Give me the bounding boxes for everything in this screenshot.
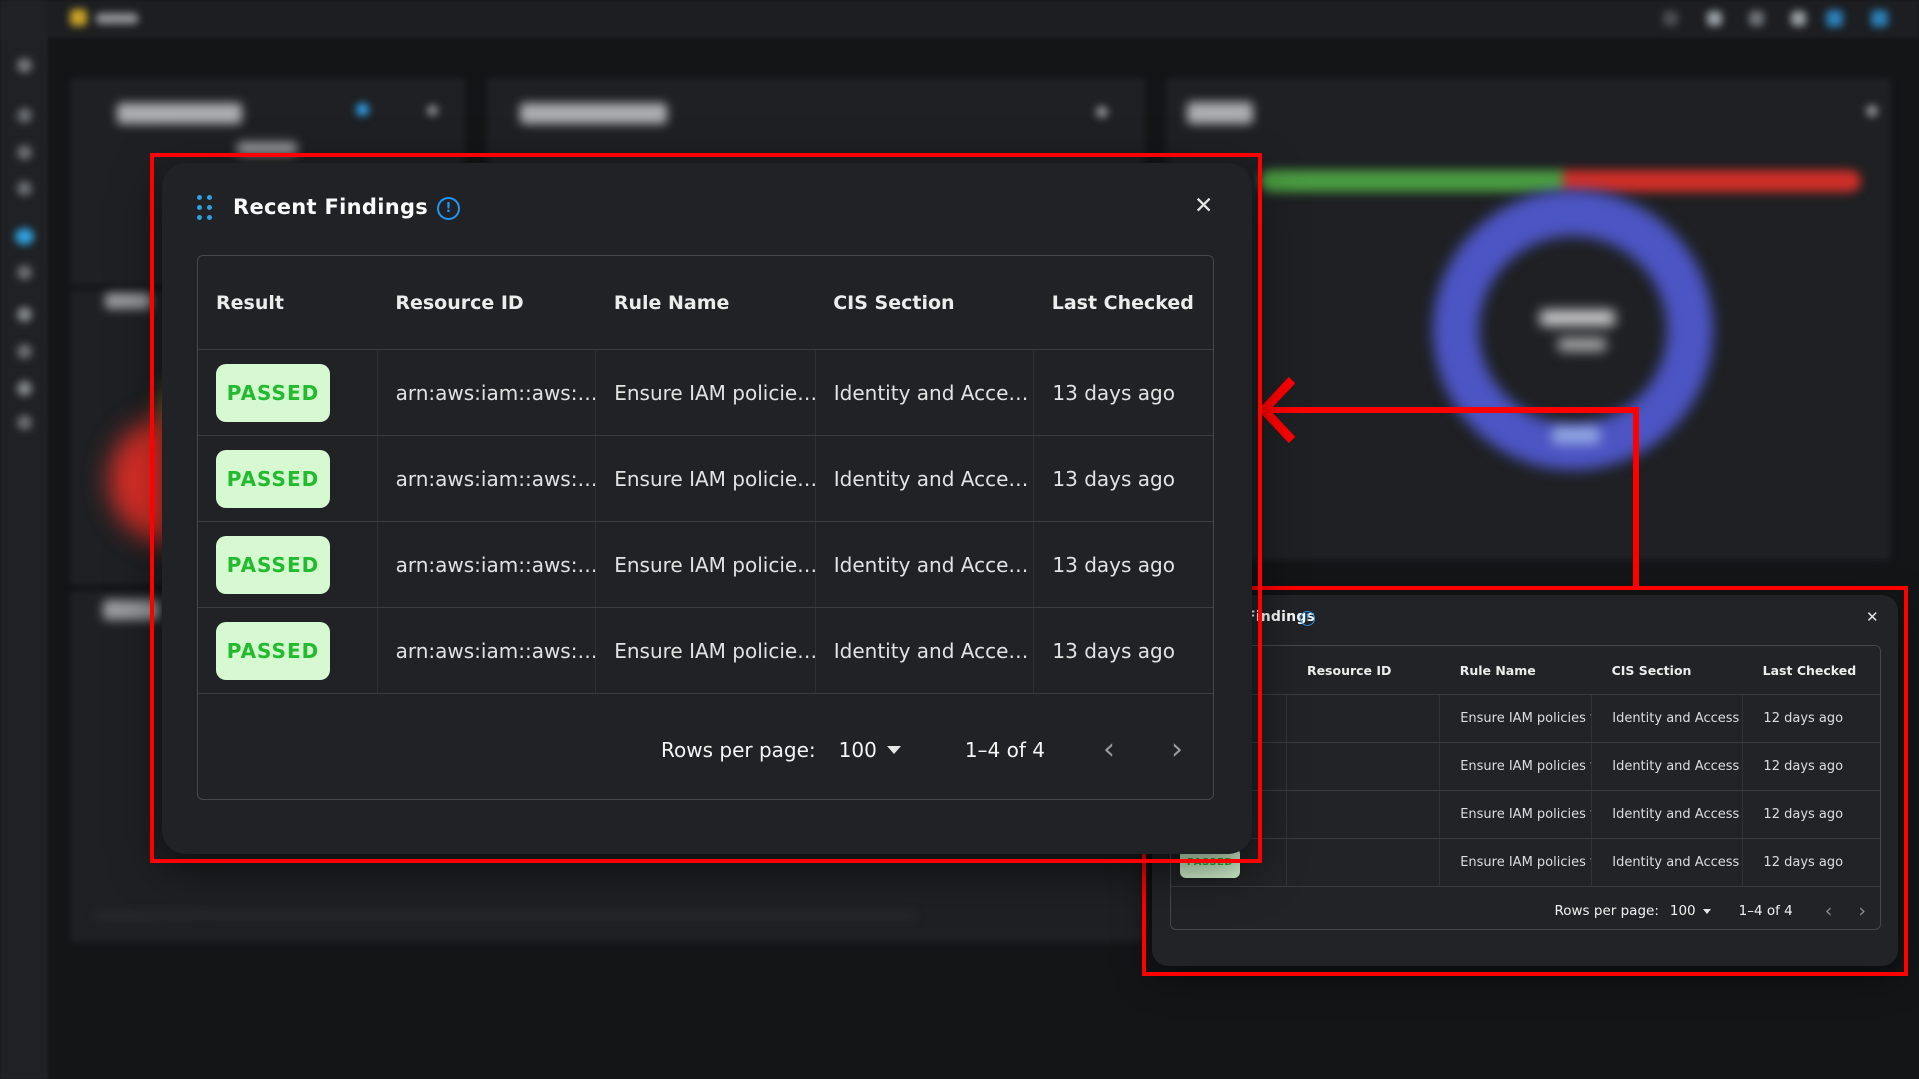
prev-page-button[interactable]: ‹ [1825, 902, 1833, 921]
table-row: PASSED arn:aws:iam::aws:… Ensure IAM pol… [198, 607, 1213, 693]
next-page-button[interactable]: › [1171, 735, 1183, 765]
table-row: PASSED Ensure IAM policies that … Identi… [1171, 790, 1880, 838]
status-badge: PASSED [216, 536, 330, 594]
topbar-icon-4[interactable] [1791, 11, 1806, 26]
topbar-icon-1[interactable] [1663, 11, 1678, 26]
sidebar-item-10[interactable] [17, 415, 32, 430]
info-icon[interactable]: ! [1300, 611, 1315, 626]
rows-per-page-label: Rows per page: [661, 738, 816, 762]
panel-title-blur-2 [520, 103, 667, 124]
table-header-row: Result Resource ID Rule Name CIS Section… [198, 256, 1213, 349]
col-resource-id: Resource ID [377, 292, 596, 314]
topbar-icon-3[interactable] [1749, 11, 1764, 26]
prev-page-button[interactable]: ‹ [1103, 735, 1115, 765]
col-result: Result [198, 292, 377, 314]
app-logo-text [96, 13, 138, 24]
panel-menu-icon-blur-2 [1096, 106, 1108, 118]
col-resource-id: Resource ID [1287, 663, 1440, 678]
close-icon[interactable]: ✕ [1194, 193, 1213, 219]
sidebar-item-1[interactable] [17, 58, 32, 73]
left-sidebar [0, 0, 48, 1079]
sidebar-item-7[interactable] [17, 307, 32, 322]
panel-scrollbar-blur [95, 914, 915, 917]
panel-menu-icon-blur-1 [427, 105, 438, 116]
panel-title-blur-1 [117, 103, 242, 124]
col-rule-name: Rule Name [1440, 663, 1592, 678]
recent-findings-panel: Recent Findings ! ✕ Result Resource ID R… [1152, 595, 1898, 966]
app-logo-icon [70, 9, 87, 26]
dashboard-screen: Recent Findings ! ✕ Result Resource ID R… [0, 0, 1919, 1079]
table-row: PASSED arn:aws:iam::aws:… Ensure IAM pol… [198, 521, 1213, 607]
table-pagination: Rows per page: 100 1–4 of 4 ‹ › [1171, 886, 1880, 935]
next-page-button[interactable]: › [1858, 902, 1866, 921]
close-icon[interactable]: ✕ [1866, 608, 1879, 626]
col-cis-section: CIS Section [1592, 663, 1743, 678]
findings-table: Result Resource ID Rule Name CIS Section… [197, 255, 1214, 800]
sidebar-item-3[interactable] [17, 145, 32, 160]
top-navbar [0, 0, 1919, 38]
page-range-label: 1–4 of 4 [1739, 903, 1793, 919]
table-row: PASSED Ensure IAM policies that … Identi… [1171, 694, 1880, 742]
table-row: PASSED arn:aws:iam::aws:… Ensure IAM pol… [198, 435, 1213, 521]
table-row: PASSED Ensure IAM policies that … Identi… [1171, 742, 1880, 790]
recent-findings-modal: Recent Findings ! ✕ Result Resource ID R… [162, 163, 1252, 854]
table-pagination: Rows per page: 100 1–4 of 4 ‹ › [198, 693, 1213, 805]
topbar-icon-6[interactable] [1871, 10, 1888, 27]
donut-center-text-blur [1540, 310, 1615, 326]
col-cis-section: CIS Section [815, 292, 1034, 314]
topbar-icon-2[interactable] [1707, 11, 1722, 26]
panel-text-blur-1 [237, 142, 297, 155]
donut-bottom-label-blur [1552, 427, 1600, 444]
sidebar-item-8[interactable] [17, 344, 32, 359]
info-icon[interactable]: ! [437, 197, 460, 220]
donut-center-subtext-blur [1558, 338, 1606, 351]
panel-title-blur-3 [1187, 102, 1253, 124]
rows-per-page-label: Rows per page: [1554, 903, 1658, 919]
col-last-checked: Last Checked [1743, 663, 1880, 678]
findings-table: Result Resource ID Rule Name CIS Section… [1170, 645, 1881, 930]
sidebar-item-active[interactable] [15, 228, 34, 245]
sidebar-item-4[interactable] [17, 181, 32, 196]
status-badge: PASSED [216, 622, 330, 680]
table-row: PASSED Ensure IAM policies that … Identi… [1171, 838, 1880, 886]
table-row: PASSED arn:aws:iam::aws:… Ensure IAM pol… [198, 349, 1213, 435]
chevron-down-icon[interactable] [1703, 909, 1711, 914]
rows-per-page-select[interactable]: 100 [839, 738, 877, 762]
rows-per-page-select[interactable]: 100 [1670, 903, 1696, 919]
panel-title-blur-4 [105, 293, 151, 309]
sidebar-item-6[interactable] [17, 265, 32, 280]
status-badge: PASSED [216, 450, 330, 508]
sidebar-item-2[interactable] [17, 108, 32, 123]
chevron-down-icon[interactable] [887, 746, 901, 754]
status-badge: PASSED [216, 364, 330, 422]
drag-handle-icon[interactable] [197, 195, 213, 221]
panel-menu-icon-blur-3 [1866, 105, 1878, 117]
modal-title: Recent Findings [233, 195, 428, 219]
panel-title-blur-5 [103, 600, 160, 620]
compliance-gauge-bar [1260, 170, 1861, 192]
page-range-label: 1–4 of 4 [965, 738, 1045, 762]
sidebar-item-9[interactable] [17, 381, 32, 396]
topbar-icon-5[interactable] [1826, 10, 1843, 27]
col-last-checked: Last Checked [1034, 292, 1213, 314]
col-rule-name: Rule Name [596, 292, 815, 314]
panel-info-icon-blur-1 [356, 103, 369, 116]
table-header-row: Result Resource ID Rule Name CIS Section… [1171, 646, 1880, 694]
